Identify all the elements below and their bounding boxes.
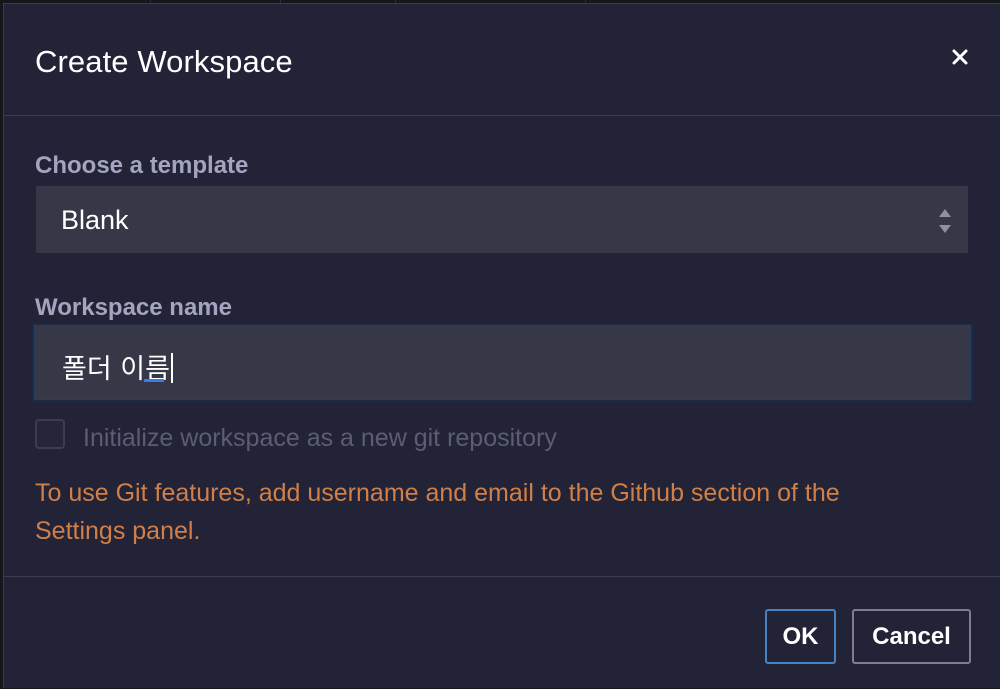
ok-button[interactable]: OK	[765, 609, 836, 664]
template-selected-value: Blank	[61, 205, 129, 235]
create-workspace-dialog: Create Workspace Choose a template Blank…	[3, 3, 1000, 688]
close-icon	[952, 49, 968, 65]
workspace-name-label: Workspace name	[35, 294, 232, 321]
text-caret	[170, 353, 173, 383]
git-settings-warning: To use Git features, add username and em…	[35, 479, 840, 545]
init-git-checkbox[interactable]	[35, 419, 65, 449]
select-updown-arrows-icon	[938, 208, 952, 234]
workspace-name-input[interactable]: 폴더 이름	[32, 323, 973, 402]
init-git-checkbox-label: Initialize workspace as a new git reposi…	[83, 424, 557, 452]
dialog-footer: OK Cancel	[4, 576, 1000, 689]
dialog-title: Create Workspace	[35, 44, 293, 79]
close-button[interactable]	[944, 41, 976, 73]
cancel-button[interactable]: Cancel	[852, 609, 971, 664]
ime-composition-underline	[144, 379, 164, 382]
dialog-header: Create Workspace	[4, 4, 1000, 116]
template-label: Choose a template	[35, 152, 249, 179]
template-select[interactable]: Blank	[36, 186, 968, 253]
